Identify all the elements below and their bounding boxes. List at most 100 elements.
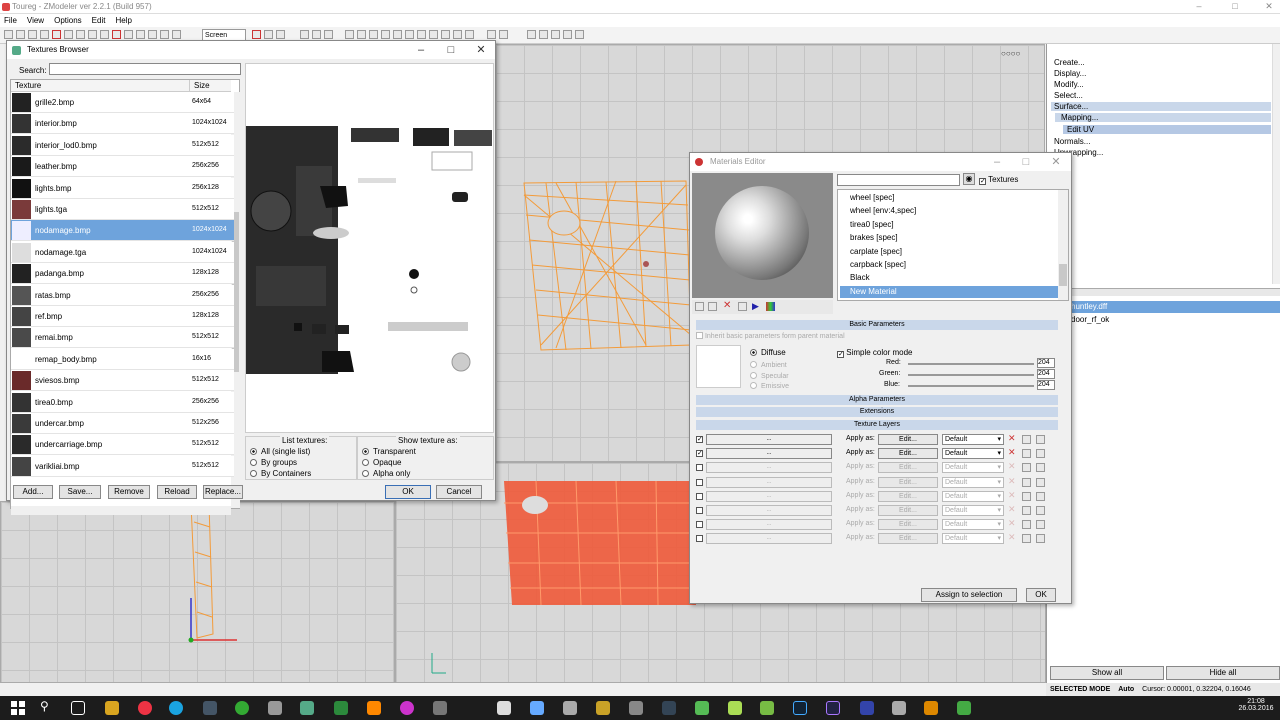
select-arrow-icon[interactable] xyxy=(300,30,309,39)
task-view-icon[interactable] xyxy=(71,701,85,715)
material-item[interactable]: tirea0 [spec] xyxy=(840,219,1058,231)
layer-edit-button[interactable]: Edit... xyxy=(878,519,938,531)
layer-checkbox[interactable] xyxy=(696,521,703,529)
tool-3-icon[interactable] xyxy=(551,30,560,39)
camera-icon[interactable] xyxy=(148,30,157,39)
col-size-header[interactable]: Size xyxy=(189,80,231,92)
binoculars-icon[interactable]: ◉ xyxy=(963,173,975,185)
layer-texture-slot[interactable]: ... xyxy=(706,448,832,460)
app7-icon[interactable] xyxy=(563,701,577,715)
menu-help[interactable]: Help xyxy=(115,14,131,27)
app6-icon[interactable] xyxy=(530,701,544,715)
app-icon[interactable] xyxy=(203,701,217,715)
play-icon[interactable]: ▶ xyxy=(752,301,759,312)
axis-z-icon[interactable] xyxy=(276,30,285,39)
layer-texture-slot[interactable]: ... xyxy=(706,490,832,502)
layer-paste-icon[interactable] xyxy=(1036,435,1045,444)
app10-icon[interactable] xyxy=(695,701,709,715)
after-effects-icon[interactable] xyxy=(826,701,840,715)
alpha-parameters-header[interactable]: Alpha Parameters xyxy=(696,395,1058,405)
layer-copy-icon[interactable] xyxy=(1022,435,1031,444)
texture-row[interactable]: interior_lod0.bmp 512x512 xyxy=(11,134,234,156)
app3-icon[interactable] xyxy=(400,701,414,715)
layer-paste-icon[interactable] xyxy=(1036,506,1045,515)
ok-button[interactable]: OK xyxy=(385,485,431,499)
add-button[interactable]: Add... xyxy=(13,485,53,499)
photos-icon[interactable] xyxy=(268,701,282,715)
panel-splitter[interactable] xyxy=(1047,288,1280,296)
layer-checkbox[interactable]: ✓ xyxy=(696,450,703,458)
align-icon[interactable] xyxy=(499,30,508,39)
radio-opaque[interactable]: Opaque xyxy=(362,458,401,467)
new-material-icon[interactable] xyxy=(695,302,704,311)
search-icon[interactable]: ⚲ xyxy=(40,699,49,713)
layer-paste-icon[interactable] xyxy=(1036,534,1045,544)
radio-specular[interactable]: Specular xyxy=(750,372,789,380)
new-icon[interactable] xyxy=(4,30,13,39)
texture-row[interactable]: grille2.bmp 64x64 xyxy=(11,92,234,113)
material-item[interactable]: brakes [spec] xyxy=(840,232,1058,244)
inherit-checkbox[interactable]: Inherit basic parameters form parent mat… xyxy=(696,332,845,340)
grid-icon[interactable] xyxy=(124,30,133,39)
layer-texture-slot[interactable]: ... xyxy=(706,519,832,531)
menu-options[interactable]: Options xyxy=(54,14,82,27)
move-icon[interactable] xyxy=(312,30,321,39)
save-button[interactable]: Save... xyxy=(59,485,101,499)
scene-item-selected[interactable]: huntley.dff xyxy=(1067,301,1280,313)
layer-edit-button[interactable]: Edit... xyxy=(878,533,938,545)
tool-2-icon[interactable] xyxy=(539,30,548,39)
layer-remove-icon[interactable]: ✕ xyxy=(1008,476,1016,487)
layer-checkbox[interactable]: ✓ xyxy=(696,436,703,443)
wire-icon[interactable] xyxy=(429,30,438,39)
pan-icon[interactable] xyxy=(393,30,402,39)
radio-ambient[interactable]: Ambient xyxy=(750,361,787,369)
layer-remove-icon[interactable]: ✕ xyxy=(1008,532,1016,543)
app2-icon[interactable] xyxy=(300,701,314,715)
layer-remove-icon[interactable]: ✕ xyxy=(1008,447,1016,458)
snap-icon[interactable] xyxy=(369,30,378,39)
tool-4-icon[interactable] xyxy=(563,30,572,39)
texture-icon[interactable] xyxy=(465,30,474,39)
layer-remove-icon[interactable]: ✕ xyxy=(1008,433,1016,444)
cmd-edit-uv[interactable]: Edit UV xyxy=(1063,125,1271,134)
layer-copy-icon[interactable] xyxy=(1022,534,1031,544)
undo-icon[interactable] xyxy=(64,30,73,39)
red-value[interactable]: 204 xyxy=(1037,358,1055,368)
diffuse-color-swatch[interactable] xyxy=(696,345,741,388)
layer-paste-icon[interactable] xyxy=(1036,463,1045,473)
copy-icon[interactable] xyxy=(88,30,97,39)
menu-view[interactable]: View xyxy=(27,14,44,27)
rotate-icon[interactable] xyxy=(324,30,333,39)
texture-row[interactable]: lights.tga 512x512 xyxy=(11,199,234,220)
light-icon[interactable] xyxy=(453,30,462,39)
menu-edit[interactable]: Edit xyxy=(92,14,106,27)
lasso-icon[interactable] xyxy=(357,30,366,39)
layer-checkbox[interactable] xyxy=(696,492,703,500)
layer-paste-icon[interactable] xyxy=(1036,520,1045,530)
layer-checkbox[interactable] xyxy=(696,507,703,514)
texture-row[interactable]: nodamage.bmp 1024x1024 xyxy=(11,220,234,242)
cmd-mapping[interactable]: Mapping... xyxy=(1055,113,1271,122)
fit-icon[interactable] xyxy=(417,30,426,39)
duplicate-icon[interactable] xyxy=(738,302,747,311)
radio-by-groups[interactable]: By groups xyxy=(250,458,297,467)
simple-color-mode-checkbox[interactable]: ✓ Simple color mode xyxy=(837,348,912,358)
record-icon[interactable] xyxy=(112,30,121,39)
radio-alpha-only[interactable]: Alpha only xyxy=(362,469,410,478)
list-hscrollbar[interactable] xyxy=(11,506,231,515)
texture-row[interactable]: remap_body.bmp 16x16 xyxy=(11,348,234,370)
texture-row[interactable]: ratas.bmp 256x256 xyxy=(11,284,234,306)
delete-material-icon[interactable]: ✕ xyxy=(723,300,731,311)
layer-remove-icon[interactable]: ✕ xyxy=(1008,490,1016,501)
reload-button[interactable]: Reload xyxy=(157,485,197,499)
layer-copy-icon[interactable] xyxy=(1022,506,1031,515)
material-item[interactable]: wheel [env:4,spec] xyxy=(840,205,1058,217)
radio-emissive[interactable]: Emissive xyxy=(750,382,789,390)
material-item[interactable]: New Material xyxy=(840,285,1058,298)
app15-icon[interactable] xyxy=(957,701,971,715)
layer-edit-button[interactable]: Edit... xyxy=(878,490,938,502)
layer-remove-icon[interactable]: ✕ xyxy=(1008,461,1016,472)
vlc-icon[interactable] xyxy=(367,701,381,715)
blue-slider[interactable] xyxy=(908,385,1034,387)
chrome-icon[interactable] xyxy=(138,701,152,715)
